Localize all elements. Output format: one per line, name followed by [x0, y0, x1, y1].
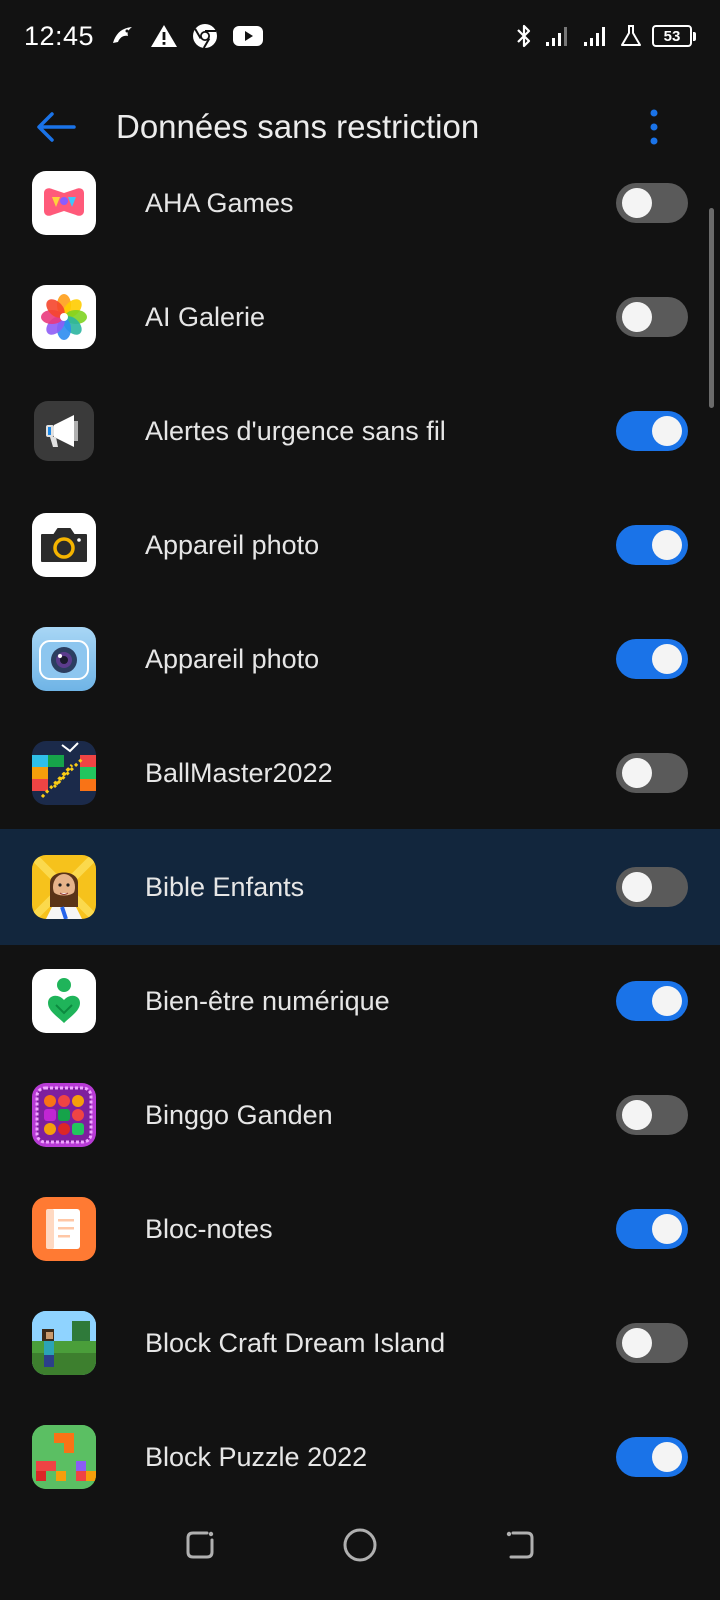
list-item[interactable]: BallMaster2022 — [0, 715, 720, 831]
chrome-icon — [192, 23, 218, 49]
list-item[interactable]: Bien-être numérique — [0, 943, 720, 1059]
list-item[interactable]: AI Galerie — [0, 259, 720, 375]
recents-button[interactable] — [165, 1510, 235, 1580]
list-item[interactable]: AHA Games — [0, 148, 720, 261]
bible-kids-icon — [32, 855, 96, 919]
status-time: 12:45 — [24, 20, 95, 51]
app-label: Binggo Ganden — [145, 1099, 333, 1130]
toggle-switch[interactable] — [616, 525, 688, 565]
home-icon — [343, 1528, 377, 1562]
camera-icon — [32, 513, 96, 577]
toggle-switch[interactable] — [616, 867, 688, 907]
toggle-switch[interactable] — [616, 1323, 688, 1363]
warning-icon — [150, 23, 178, 49]
list-item[interactable]: Appareil photo — [0, 487, 720, 603]
app-label: Appareil photo — [145, 529, 320, 560]
app-label: BallMaster2022 — [145, 757, 333, 788]
more-vertical-icon — [650, 109, 658, 145]
toggle-switch[interactable] — [616, 411, 688, 451]
flask-icon — [620, 24, 642, 48]
app-label: Block Craft Dream Island — [145, 1327, 446, 1358]
page-title: Données sans restriction — [116, 108, 480, 145]
system-icons: 53 — [514, 22, 696, 50]
gallery-icon — [32, 285, 96, 349]
navigation-bar — [0, 1490, 720, 1600]
list-item[interactable]: Block Craft Dream Island — [0, 1285, 720, 1401]
youtube-icon — [232, 24, 264, 48]
ballmaster-icon — [32, 741, 96, 805]
app-label: Appareil photo — [145, 643, 320, 674]
back-icon — [506, 1531, 534, 1559]
toggle-switch[interactable] — [616, 1437, 688, 1477]
app-label: Bloc-notes — [145, 1213, 273, 1244]
signal-icon — [544, 24, 572, 48]
toggle-switch[interactable] — [616, 297, 688, 337]
camera-lens-icon — [32, 627, 96, 691]
signal-icon — [582, 24, 610, 48]
status-bar: 12:45 53 — [0, 0, 720, 72]
toggle-switch[interactable] — [616, 183, 688, 223]
digital-wellbeing-icon — [32, 969, 96, 1033]
arrow-left-icon — [37, 112, 76, 142]
bluetooth-icon — [514, 22, 534, 50]
home-button[interactable] — [325, 1510, 395, 1580]
app-label: AHA Games — [145, 187, 294, 218]
list-item[interactable]: Appareil photo — [0, 601, 720, 717]
aha-games-icon — [32, 171, 96, 235]
toggle-switch[interactable] — [616, 1209, 688, 1249]
list-item[interactable]: Binggo Ganden — [0, 1057, 720, 1173]
notepad-icon — [32, 1197, 96, 1261]
block-puzzle-icon — [32, 1425, 96, 1489]
battery-level: 53 — [663, 27, 681, 45]
app-list[interactable]: AHA Games AI Galerie Alertes d'urgence s… — [0, 148, 720, 1508]
bird-icon — [110, 23, 136, 49]
toggle-switch[interactable] — [616, 981, 688, 1021]
app-label: Bible Enfants — [145, 871, 305, 902]
app-label: AI Galerie — [145, 301, 266, 332]
megaphone-icon — [34, 401, 94, 461]
toggle-switch[interactable] — [616, 639, 688, 679]
list-item[interactable]: Bloc-notes — [0, 1171, 720, 1287]
back-nav-button[interactable] — [485, 1510, 555, 1580]
notification-icons — [110, 23, 264, 49]
toggle-switch[interactable] — [616, 753, 688, 793]
toggle-switch[interactable] — [616, 1095, 688, 1135]
recents-icon — [186, 1531, 214, 1559]
block-craft-icon — [32, 1311, 96, 1375]
candy-game-icon — [32, 1083, 96, 1147]
battery-icon: 53 — [652, 25, 696, 47]
list-item[interactable]: Alertes d'urgence sans fil — [0, 373, 720, 489]
app-label: Block Puzzle 2022 — [145, 1441, 368, 1472]
scrollbar[interactable] — [709, 208, 714, 408]
app-label: Bien-être numérique — [145, 985, 390, 1016]
list-item[interactable]: Bible Enfants — [0, 829, 720, 945]
app-label: Alertes d'urgence sans fil — [145, 415, 446, 446]
